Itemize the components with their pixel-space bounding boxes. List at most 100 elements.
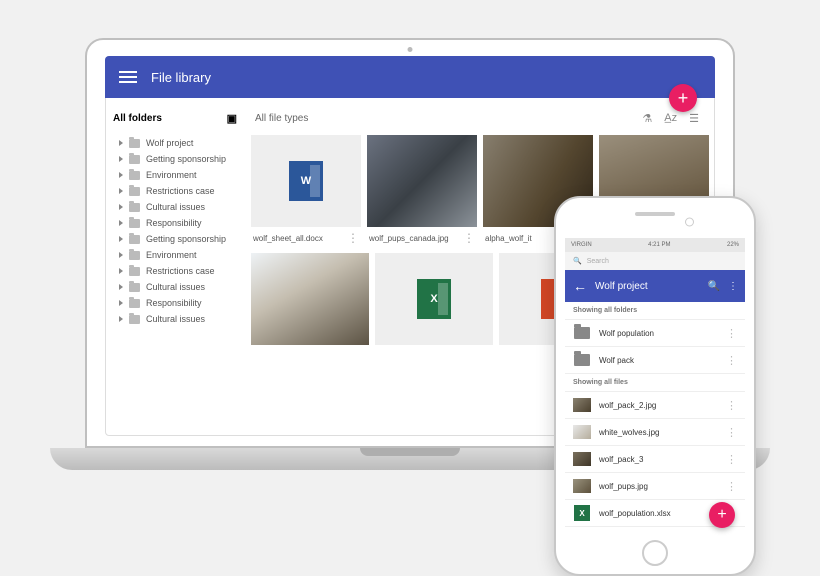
section-folders: Showing all folders xyxy=(565,302,745,320)
mobile-file-row[interactable]: white_wolves.jpg⋮ xyxy=(565,419,745,446)
image-thumbnail xyxy=(251,253,369,345)
appbar: File library xyxy=(105,56,715,98)
filter-label[interactable]: All file types xyxy=(255,113,308,124)
folder-label: Getting sponsorship xyxy=(146,234,226,244)
folder-icon xyxy=(574,354,590,366)
mobile-folder-row[interactable]: Wolf population⋮ xyxy=(565,320,745,347)
row-label: Wolf population xyxy=(599,329,726,338)
file-name: alpha_wolf_it xyxy=(485,234,532,243)
chevron-right-icon xyxy=(119,140,123,146)
sidebar: All folders ▣ Wolf project Getting sponso… xyxy=(105,98,245,436)
row-label: white_wolves.jpg xyxy=(599,428,726,437)
sort-az-icon[interactable]: A̲z xyxy=(664,112,677,125)
file-name: wolf_pups_canada.jpg xyxy=(369,234,449,243)
mobile-app: VIRGIN 4:21 PM 22% 🔍 Search ← Wolf proje… xyxy=(565,238,745,538)
folder-icon xyxy=(129,203,140,212)
mobile-appbar: ← Wolf project 🔍 ⋮ xyxy=(565,270,745,302)
folder-label: Wolf project xyxy=(146,138,193,148)
sidebar-folder-item[interactable]: Cultural issues xyxy=(113,199,237,215)
row-label: wolf_pack_2.jpg xyxy=(599,401,726,410)
mobile-title: Wolf project xyxy=(595,281,700,292)
folder-icon xyxy=(129,315,140,324)
more-icon[interactable]: ⋮ xyxy=(347,234,359,242)
sidebar-folder-item[interactable]: Cultural issues xyxy=(113,279,237,295)
sidebar-folder-item[interactable]: Getting sponsorship xyxy=(113,231,237,247)
folder-label: Cultural issues xyxy=(146,282,205,292)
file-tile[interactable]: Wwolf_sheet_all.docx⋮ xyxy=(251,135,361,249)
menu-icon[interactable] xyxy=(119,71,137,83)
chevron-right-icon xyxy=(119,220,123,226)
sidebar-folder-item[interactable]: Restrictions case xyxy=(113,263,237,279)
folder-label: Environment xyxy=(146,250,197,260)
folder-icon xyxy=(129,171,140,180)
sidebar-header: All folders xyxy=(113,113,162,124)
search-icon[interactable]: 🔍 xyxy=(708,281,720,292)
chevron-right-icon xyxy=(119,268,123,274)
chevron-right-icon xyxy=(119,156,123,162)
more-icon[interactable]: ⋮ xyxy=(726,453,737,466)
filter-icon[interactable]: ⚗ xyxy=(642,112,652,125)
search-bar[interactable]: 🔍 Search xyxy=(565,252,745,270)
folder-icon xyxy=(129,251,140,260)
file-tile[interactable] xyxy=(251,253,369,345)
more-icon[interactable]: ⋮ xyxy=(726,399,737,412)
excel-icon: X xyxy=(574,505,590,521)
mobile-file-row[interactable]: wolf_pack_2.jpg⋮ xyxy=(565,392,745,419)
file-tile[interactable]: X xyxy=(375,253,493,345)
more-icon[interactable]: ⋮ xyxy=(726,354,737,367)
sidebar-folder-item[interactable]: Restrictions case xyxy=(113,183,237,199)
more-icon[interactable]: ⋮ xyxy=(463,234,475,242)
chevron-right-icon xyxy=(119,300,123,306)
chevron-right-icon xyxy=(119,252,123,258)
mobile-file-row[interactable]: wolf_pack_3⋮ xyxy=(565,446,745,473)
folder-icon xyxy=(129,283,140,292)
add-folder-icon[interactable]: ▣ xyxy=(227,112,237,125)
sidebar-folder-item[interactable]: Wolf project xyxy=(113,135,237,151)
sidebar-folder-item[interactable]: Responsibility xyxy=(113,215,237,231)
folder-icon xyxy=(574,327,590,339)
sidebar-folder-item[interactable]: Environment xyxy=(113,167,237,183)
fab-add-button[interactable]: + xyxy=(669,84,697,112)
search-icon: 🔍 xyxy=(573,257,582,265)
folder-label: Responsibility xyxy=(146,298,202,308)
sidebar-folder-item[interactable]: Responsibility xyxy=(113,295,237,311)
row-label: wolf_pups.jpg xyxy=(599,482,726,491)
image-thumbnail xyxy=(573,425,591,439)
mobile-fab-button[interactable]: + xyxy=(709,502,735,528)
sidebar-folder-item[interactable]: Getting sponsorship xyxy=(113,151,237,167)
home-button[interactable] xyxy=(642,540,668,566)
list-view-icon[interactable]: ☰ xyxy=(689,112,699,125)
chevron-right-icon xyxy=(119,188,123,194)
folder-icon xyxy=(129,219,140,228)
chevron-right-icon xyxy=(119,284,123,290)
more-icon[interactable]: ⋮ xyxy=(728,281,737,292)
more-icon[interactable]: ⋮ xyxy=(726,327,737,340)
folder-icon xyxy=(129,267,140,276)
section-files: Showing all files xyxy=(565,374,745,392)
back-icon[interactable]: ← xyxy=(573,278,587,294)
mobile-file-row[interactable]: wolf_pups.jpg⋮ xyxy=(565,473,745,500)
file-tile[interactable]: wolf_pups_canada.jpg ⋮ xyxy=(367,135,477,249)
folder-label: Responsibility xyxy=(146,218,202,228)
image-thumbnail xyxy=(573,479,591,493)
app-title: File library xyxy=(151,70,211,85)
folder-icon xyxy=(129,187,140,196)
image-thumbnail xyxy=(573,452,591,466)
row-label: Wolf pack xyxy=(599,356,726,365)
word-doc-icon: W xyxy=(289,161,323,201)
more-icon[interactable]: ⋮ xyxy=(726,426,737,439)
sidebar-folder-item[interactable]: Cultural issues xyxy=(113,311,237,327)
sidebar-folder-item[interactable]: Environment xyxy=(113,247,237,263)
more-icon[interactable]: ⋮ xyxy=(726,480,737,493)
row-label: wolf_pack_3 xyxy=(599,455,726,464)
folder-label: Restrictions case xyxy=(146,266,215,276)
folder-icon xyxy=(129,299,140,308)
status-bar: VIRGIN 4:21 PM 22% xyxy=(565,238,745,252)
chevron-right-icon xyxy=(119,316,123,322)
folder-icon xyxy=(129,139,140,148)
mobile-folder-row[interactable]: Wolf pack⋮ xyxy=(565,347,745,374)
folder-icon xyxy=(129,235,140,244)
image-thumbnail xyxy=(367,135,477,227)
row-label: wolf_population.xlsx xyxy=(599,509,726,518)
excel-doc-icon: X xyxy=(417,279,451,319)
